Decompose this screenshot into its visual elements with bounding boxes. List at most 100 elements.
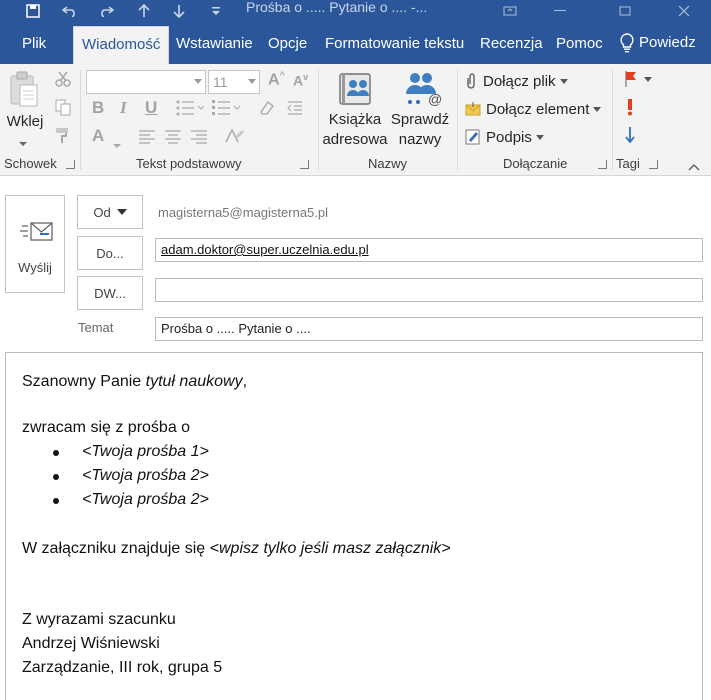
close-icon[interactable] — [664, 0, 704, 22]
clear-formatting-icon[interactable] — [258, 100, 276, 121]
copy-icon[interactable] — [54, 98, 72, 121]
envelope-attach-icon — [465, 101, 481, 117]
basic-text-launcher-icon[interactable] — [300, 160, 309, 169]
save-icon[interactable] — [20, 0, 46, 22]
shrink-font-button[interactable]: Av — [293, 72, 308, 89]
from-button[interactable]: Od — [77, 195, 143, 229]
customize-icon[interactable] — [203, 0, 229, 22]
signature-icon — [465, 129, 481, 145]
format-painter-icon[interactable] — [54, 126, 72, 149]
collapse-ribbon-icon[interactable] — [688, 158, 700, 176]
attach-file-label: Dołącz plik — [483, 72, 556, 90]
undo-icon[interactable] — [57, 0, 83, 22]
tab-wstawianie[interactable]: Wstawianie — [176, 22, 253, 64]
address-book-button[interactable]: Książka adresowa — [320, 110, 390, 150]
tab-opcje[interactable]: Opcje — [268, 22, 307, 64]
tab-wiadomosc[interactable]: Wiadomość — [73, 26, 170, 64]
font-name-select[interactable] — [86, 70, 206, 94]
clipboard-group-label: Schowek — [4, 156, 57, 171]
paste-dropdown-icon[interactable] — [18, 134, 28, 152]
cut-icon[interactable] — [54, 70, 72, 93]
from-label: Od — [93, 204, 111, 220]
signature-button[interactable]: Podpis — [465, 126, 544, 148]
greeting-title: tytuł naukowy — [145, 373, 243, 390]
signature-label: Podpis — [486, 128, 532, 146]
ribbon: Wklej Schowek 11 A^ Av B I U A Tekst pod… — [0, 64, 711, 176]
bold-button[interactable]: B — [92, 98, 104, 118]
address-book-line1: Książka — [328, 111, 382, 128]
tab-formatowanie-tekstu[interactable]: Formatowanie tekstu — [325, 22, 464, 64]
low-importance-icon[interactable] — [625, 126, 635, 149]
basic-text-group-label: Tekst podstawowy — [136, 156, 242, 171]
restore-ribbon-icon[interactable] — [490, 0, 530, 22]
group-divider — [457, 70, 458, 170]
tell-me-button[interactable]: Powiedz — [620, 22, 696, 64]
group-divider — [318, 70, 319, 170]
cc-button[interactable]: DW... — [77, 276, 143, 310]
font-color-dropdown-icon[interactable] — [113, 136, 121, 154]
align-right-icon[interactable] — [190, 130, 208, 149]
to-recipient[interactable]: adam.doktor@super.uczelnia.edu.pl — [161, 242, 369, 257]
to-button[interactable]: Do... — [77, 236, 143, 270]
tab-pomoc[interactable]: Pomoc — [556, 22, 603, 64]
up-arrow-icon[interactable] — [131, 0, 157, 22]
to-field[interactable]: adam.doktor@super.uczelnia.edu.pl — [155, 238, 703, 262]
attachment-line: W załączniku znajduje się <wpisz tylko j… — [22, 540, 451, 558]
font-name-value — [87, 74, 91, 89]
follow-up-flag-button[interactable] — [624, 70, 652, 88]
message-body[interactable]: Szanowny Panie tytuł naukowy, zwracam si… — [5, 352, 703, 700]
closing-line: Z wyrazami szacunku — [22, 611, 176, 628]
attachment-prefix: W załączniku znajduje się — [22, 540, 210, 557]
tags-launcher-icon[interactable] — [649, 160, 658, 169]
minimize-icon[interactable] — [540, 0, 580, 22]
redo-icon[interactable] — [93, 0, 119, 22]
grow-font-button[interactable]: A^ — [268, 70, 285, 89]
address-book-icon[interactable] — [337, 72, 373, 111]
send-button[interactable]: Wyślij — [5, 195, 65, 293]
title-bar: Prośba o ..... Pytanie o .... -... — [0, 0, 711, 22]
attach-item-button[interactable]: Dołącz element — [465, 98, 602, 120]
include-group-label: Dołączanie — [503, 156, 568, 171]
names-group-label: Nazwy — [368, 156, 408, 171]
paste-icon[interactable] — [8, 70, 40, 115]
high-importance-icon[interactable] — [626, 98, 634, 121]
tab-plik[interactable]: Plik — [22, 22, 46, 64]
decrease-indent-icon[interactable] — [286, 100, 304, 121]
font-size-select[interactable]: 11 — [208, 70, 260, 94]
tags-group-label: Tagi — [616, 156, 640, 171]
cc-field[interactable] — [155, 278, 703, 302]
attach-file-button[interactable]: Dołącz plik — [465, 70, 568, 92]
group-divider — [80, 70, 81, 170]
font-size-dropdown-icon — [248, 79, 256, 84]
check-names-line2: nazwy — [398, 131, 442, 148]
align-center-icon[interactable] — [164, 130, 182, 149]
tab-recenzja[interactable]: Recenzja — [480, 22, 543, 64]
subject-field[interactable]: Prośba o ..... Pytanie o .... — [155, 317, 703, 341]
styles-icon[interactable] — [224, 126, 246, 151]
font-name-dropdown-icon — [194, 79, 202, 84]
align-left-icon[interactable] — [138, 130, 156, 149]
check-names-icon[interactable]: @ — [402, 70, 442, 111]
send-icon — [20, 220, 54, 249]
signature-name: Andrzej Wiśniewski — [22, 635, 160, 652]
italic-button[interactable]: I — [120, 98, 127, 118]
greeting-line: Szanowny Panie tytuł naukowy, — [22, 373, 247, 391]
clipboard-launcher-icon[interactable] — [66, 160, 75, 169]
signature-info: Zarządzanie, III rok, grupa 5 — [22, 659, 223, 676]
attach-item-label: Dołącz element — [486, 100, 590, 118]
numbering-icon[interactable] — [212, 100, 242, 121]
flag-icon — [624, 70, 638, 88]
font-color-button[interactable]: A — [92, 126, 104, 146]
bullets-icon[interactable] — [176, 100, 206, 121]
underline-button[interactable]: U — [145, 98, 157, 118]
window-title: Prośba o ..... Pytanie o .... -... — [246, 0, 428, 15]
down-arrow-icon[interactable] — [166, 0, 192, 22]
intro-line: zwracam się z prośba o — [22, 419, 191, 436]
paste-button-label[interactable]: Wklej — [4, 112, 46, 132]
check-names-button[interactable]: Sprawdź nazwy — [388, 110, 452, 150]
from-dropdown-icon — [116, 209, 127, 215]
maximize-icon[interactable] — [605, 0, 645, 22]
ribbon-tab-bar: Plik Wiadomość Wstawianie Opcje Formatow… — [0, 22, 711, 64]
list-item: <Twoja prośba 1> — [82, 443, 209, 460]
include-launcher-icon[interactable] — [598, 160, 607, 169]
